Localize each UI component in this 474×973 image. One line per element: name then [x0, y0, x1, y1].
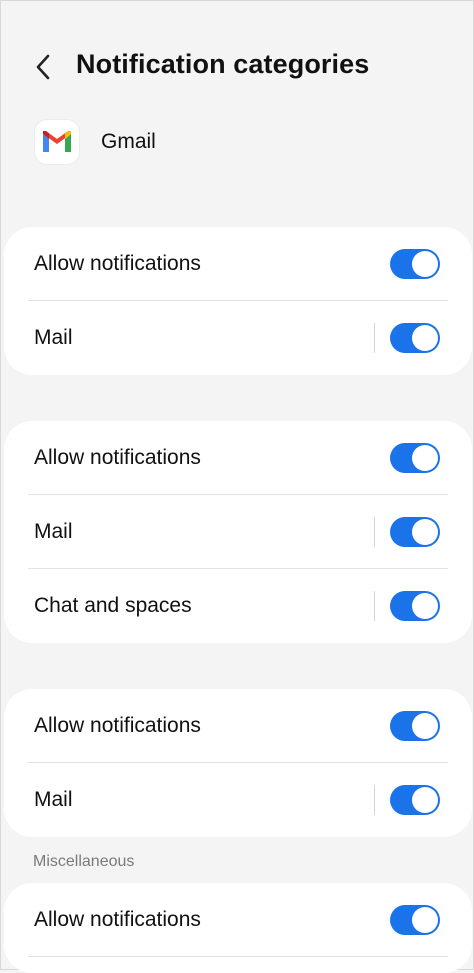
toggle-knob	[412, 593, 438, 619]
toggle-knob	[412, 445, 438, 471]
toggle-knob	[412, 325, 438, 351]
row-label: Mail	[34, 520, 73, 543]
toggle-row-mail[interactable]: Mail	[4, 763, 472, 837]
row-label: Mail	[34, 788, 73, 811]
row-label: Allow notifications	[34, 252, 201, 275]
toggle-row-mail[interactable]: Mail	[4, 301, 472, 375]
app-header: Notification categories	[1, 1, 474, 131]
allow-notifications-toggle[interactable]	[390, 711, 440, 741]
chat-and-spaces-toggle[interactable]	[390, 591, 440, 621]
toggle-knob	[412, 787, 438, 813]
settings-card-2: Allow notifications Mail Chat and spaces	[4, 421, 472, 643]
allow-notifications-toggle[interactable]	[390, 249, 440, 279]
toggle-knob	[412, 713, 438, 739]
app-name: Gmail	[101, 130, 156, 153]
mail-toggle[interactable]	[390, 785, 440, 815]
back-button[interactable]	[27, 47, 59, 87]
toggle-row-allow-notifications[interactable]: Allow notifications	[4, 883, 472, 957]
toggle-row-allow-notifications[interactable]: Allow notifications	[4, 689, 472, 763]
app-info: Gmail	[35, 120, 156, 164]
row-label: Mail	[34, 326, 73, 349]
gmail-logo-icon	[35, 120, 79, 164]
mail-toggle[interactable]	[390, 517, 440, 547]
row-label: Allow notifications	[34, 446, 201, 469]
vertical-separator	[374, 591, 375, 621]
chevron-left-icon	[36, 54, 50, 80]
toggle-row-allow-notifications[interactable]: Allow notifications	[4, 421, 472, 495]
toggle-row-chat-and-spaces[interactable]: Chat and spaces	[4, 569, 472, 643]
mail-toggle[interactable]	[390, 323, 440, 353]
row-label: Allow notifications	[34, 908, 201, 931]
row-label: Chat and spaces	[34, 594, 192, 617]
toggle-knob	[412, 519, 438, 545]
row-label: Allow notifications	[34, 714, 201, 737]
vertical-separator	[374, 785, 375, 815]
vertical-separator	[374, 323, 375, 353]
toggle-knob	[412, 907, 438, 933]
section-header-miscellaneous: Miscellaneous	[33, 853, 135, 870]
allow-notifications-toggle[interactable]	[390, 905, 440, 935]
settings-card-3: Allow notifications Mail	[4, 689, 472, 837]
divider	[28, 956, 448, 957]
vertical-separator	[374, 517, 375, 547]
settings-card-1: Allow notifications Mail	[4, 227, 472, 375]
allow-notifications-toggle[interactable]	[390, 443, 440, 473]
toggle-row-allow-notifications[interactable]: Allow notifications	[4, 227, 472, 301]
toggle-knob	[412, 251, 438, 277]
settings-card-4: Allow notifications	[4, 883, 472, 973]
page-title: Notification categories	[76, 49, 370, 79]
toggle-row-mail[interactable]: Mail	[4, 495, 472, 569]
